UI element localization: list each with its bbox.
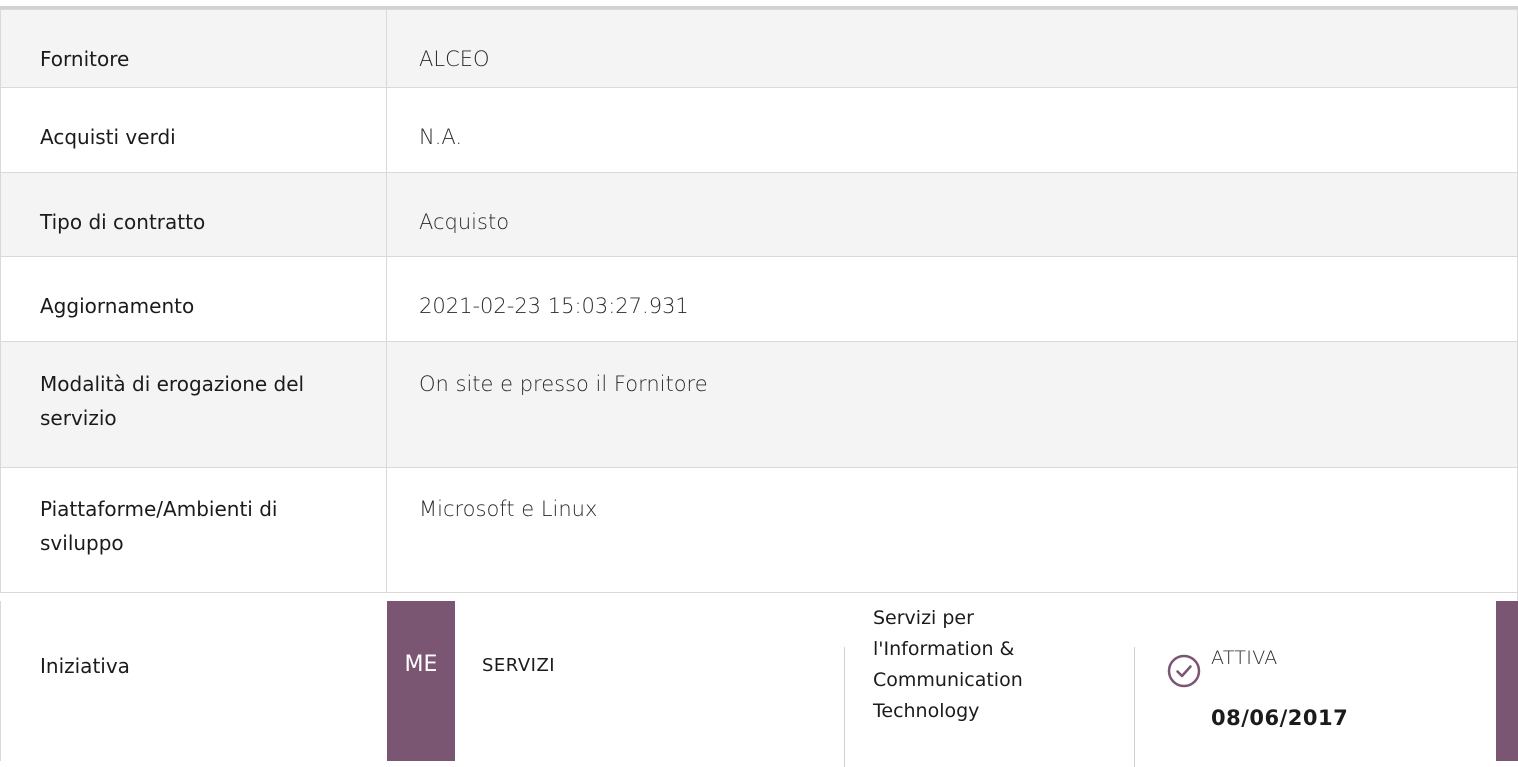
row-value-piattaforme: Microsoft e Linux [386, 467, 1518, 593]
table-row: Modalità di erogazione del servizio On s… [0, 341, 1518, 468]
initiative-category: Servizi per l'Information & Communicatio… [873, 607, 1023, 722]
initiative-badge: ME [387, 601, 455, 761]
row-value-fornitore: ALCEO [386, 9, 1518, 88]
row-label-modalita-erogazione: Modalità di erogazione del servizio [0, 341, 387, 468]
initiative-label: Iniziativa [40, 654, 130, 678]
row-label-aggiornamento: Aggiornamento [0, 256, 387, 342]
table-row: Piattaforme/Ambienti di sviluppo Microso… [0, 467, 1518, 593]
product-details-table: Fornitore ALCEO Acquisti verdi N.A. Tipo… [0, 9, 1518, 593]
table-row: Acquisti verdi N.A. [0, 87, 1518, 173]
table-row: Tipo di contratto Acquisto [0, 172, 1518, 257]
row-value-tipo-contratto: Acquisto [386, 172, 1518, 257]
row-value-modalita-erogazione: On site e presso il Fornitore [386, 341, 1518, 468]
initiative-badge-text: ME [404, 652, 438, 677]
row-label-fornitore: Fornitore [0, 9, 387, 88]
top-divider [0, 0, 1518, 9]
initiative-date: 08/06/2017 [1211, 706, 1349, 730]
divider [844, 647, 845, 767]
row-label-tipo-contratto: Tipo di contratto [0, 172, 387, 257]
initiative-status: ATTIVA [1211, 647, 1278, 669]
row-value-acquisti-verdi: N.A. [386, 87, 1518, 173]
table-row: Aggiornamento 2021-02-23 15:03:27.931 [0, 256, 1518, 342]
initiative-accent-bar [1496, 601, 1518, 761]
divider [1134, 647, 1135, 767]
row-label-piattaforme: Piattaforme/Ambienti di sviluppo [0, 467, 387, 593]
check-circle-icon [1167, 654, 1201, 688]
initiative-row: Iniziativa ME SERVIZI Servizi per l'Info… [0, 601, 1518, 767]
table-row: Fornitore ALCEO [0, 9, 1518, 88]
row-label-acquisti-verdi: Acquisti verdi [0, 87, 387, 173]
row-value-aggiornamento: 2021-02-23 15:03:27.931 [386, 256, 1518, 342]
initiative-type: SERVIZI [482, 655, 556, 676]
